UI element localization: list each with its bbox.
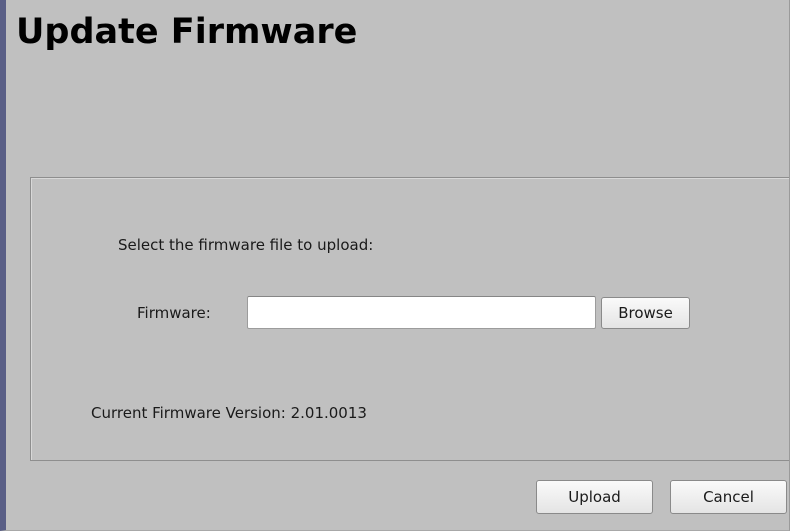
firmware-file-input[interactable] xyxy=(247,296,596,329)
firmware-update-window: Update Firmware Select the firmware file… xyxy=(0,0,790,531)
cancel-button[interactable]: Cancel xyxy=(670,480,787,514)
firmware-label: Firmware: xyxy=(137,304,211,322)
current-firmware-version: Current Firmware Version: 2.01.0013 xyxy=(91,404,367,422)
upload-button[interactable]: Upload xyxy=(536,480,653,514)
select-file-instruction: Select the firmware file to upload: xyxy=(118,236,374,254)
browse-button[interactable]: Browse xyxy=(601,297,690,329)
firmware-form-panel: Select the firmware file to upload: Firm… xyxy=(30,177,789,461)
page-title: Update Firmware xyxy=(16,12,358,52)
